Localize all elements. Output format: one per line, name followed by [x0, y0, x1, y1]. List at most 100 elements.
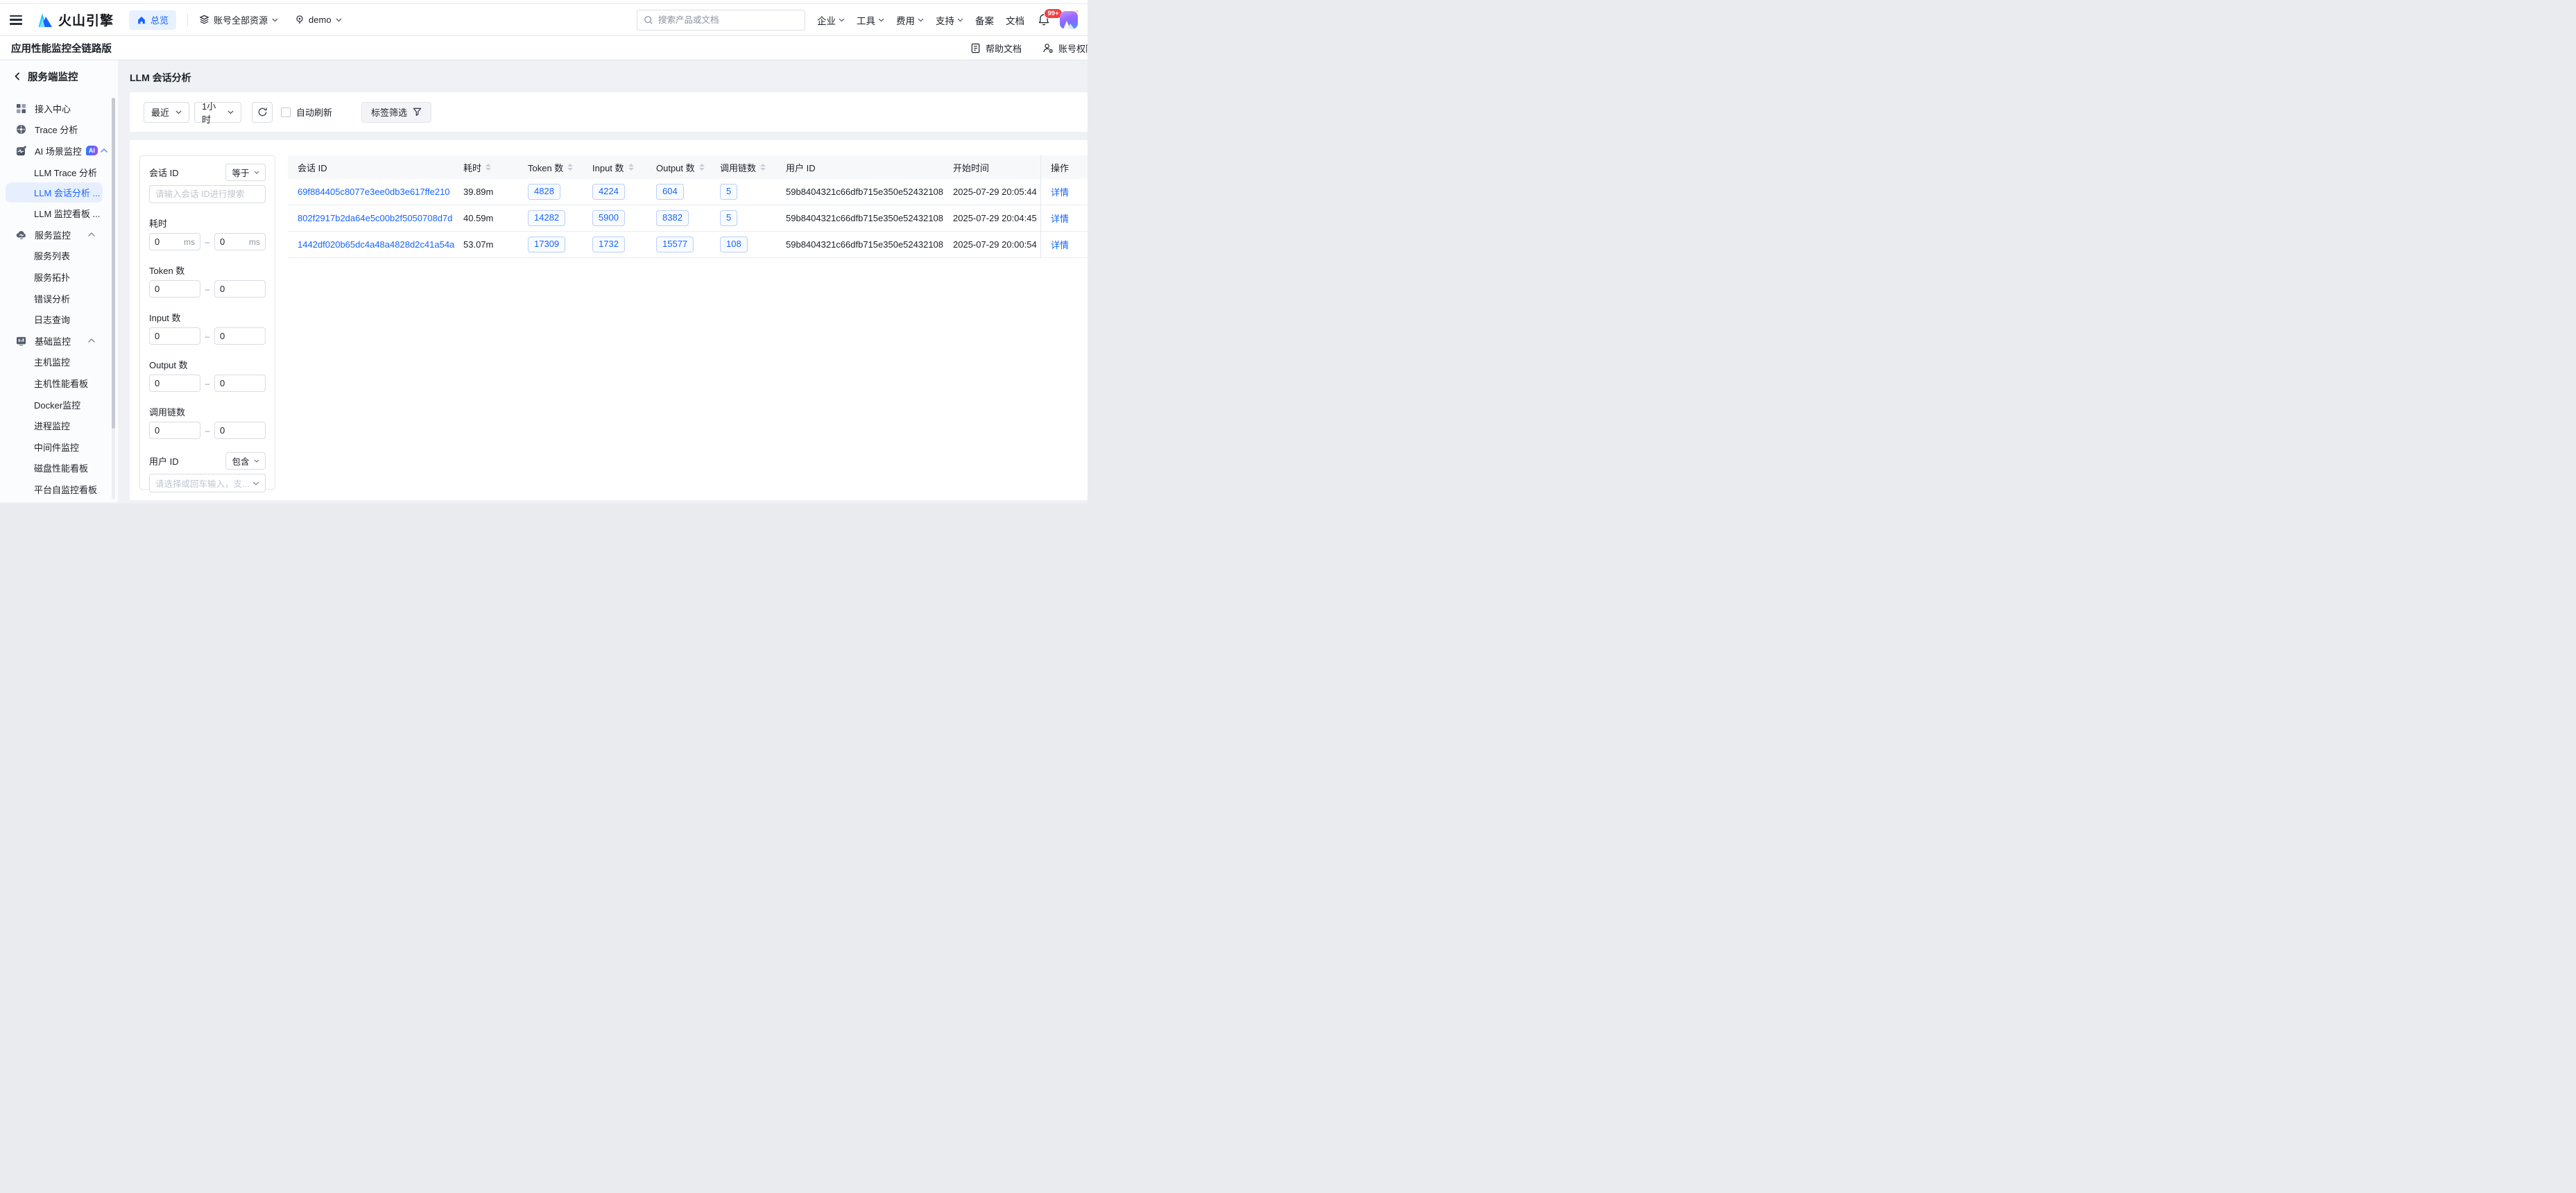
sidebar-item-docker-monitor[interactable]: Docker监控 [0, 394, 118, 415]
token-count-chip[interactable]: 17309 [528, 237, 565, 252]
sidebar-item-platform-self-monitor[interactable]: 平台自监控看板 [0, 479, 118, 500]
back-chevron-icon[interactable] [13, 72, 22, 80]
trace-count-min-input[interactable] [155, 425, 195, 436]
sidebar-item-service-topology[interactable]: 服务拓扑 [0, 266, 118, 288]
sidebar-header[interactable]: 服务端监控 [0, 60, 118, 92]
sidebar-scrollbar[interactable] [112, 98, 115, 499]
sidebar-item-log-query[interactable]: 日志查询 [0, 309, 118, 330]
output-count-chip[interactable]: 604 [656, 184, 684, 200]
nav-menu-billing[interactable]: 费用 [896, 13, 924, 27]
duration-max-input[interactable] [220, 237, 246, 247]
time-toolbar: 最近 1小时 自动刷新 标签筛选 [130, 92, 1088, 132]
tag-filter-button[interactable]: 标签筛选 [361, 102, 431, 123]
chevron-up-icon[interactable] [101, 148, 108, 153]
detail-link[interactable]: 详情 [1051, 238, 1069, 251]
sidebar-item-access-center[interactable]: 接入中心 [0, 98, 118, 119]
hamburger-menu-icon[interactable] [10, 15, 22, 25]
output-count-chip[interactable]: 15577 [656, 237, 694, 252]
input-count-chip[interactable]: 4224 [592, 184, 625, 200]
nav-menu-enterprise[interactable]: 企业 [817, 13, 845, 27]
account-permission-button[interactable]: 账号权限 [1042, 42, 1088, 55]
time-range-select[interactable]: 1小时 [194, 102, 241, 123]
brand-logo[interactable]: 火山引擎 [36, 10, 114, 29]
help-docs-button[interactable]: 帮助文档 [970, 42, 1022, 55]
chevron-down-icon [878, 18, 884, 22]
sort-icon[interactable] [486, 164, 491, 171]
token-count-chip[interactable]: 4828 [528, 184, 560, 200]
sidebar-item-middleware-monitor[interactable]: 中间件监控 [0, 436, 118, 458]
filter-panel: 会话 ID 等于 耗时 ms – ms Token 数 [139, 155, 275, 490]
sidebar-item-llm-session-analysis[interactable]: LLM 会话分析 ... [6, 182, 103, 203]
column-header-trace-count[interactable]: 调用链数 [720, 161, 786, 174]
sort-icon[interactable] [567, 164, 573, 171]
column-header-token[interactable]: Token 数 [528, 161, 592, 174]
sort-icon[interactable] [760, 164, 766, 171]
token-count-chip[interactable]: 14282 [528, 210, 565, 226]
chevron-up-icon[interactable] [88, 232, 95, 237]
sidebar-item-service-monitor[interactable]: 服务监控 [0, 224, 118, 246]
input-count-chip[interactable]: 5900 [592, 210, 625, 226]
sidebar-item-ai-scene-monitor[interactable]: AI 场景监控 AI [0, 140, 118, 162]
sidebar-item-host-monitor[interactable]: 主机监控 [0, 352, 118, 373]
trace-count-chip[interactable]: 5 [720, 210, 737, 226]
chevron-down-icon [839, 18, 845, 22]
output-count-chip[interactable]: 8382 [656, 210, 689, 226]
sidebar-item-trace-analysis[interactable]: Trace 分析 [0, 119, 118, 141]
user-id-operator-select[interactable]: 包含 [225, 452, 266, 470]
sidebar-item-service-list[interactable]: 服务列表 [0, 246, 118, 267]
sidebar-item-process-monitor[interactable]: 进程监控 [0, 415, 118, 436]
sort-icon[interactable] [628, 164, 634, 171]
page-title: LLM 会话分析 [130, 71, 1088, 85]
session-id-search-input[interactable] [149, 185, 266, 203]
input-max-input[interactable] [220, 331, 260, 341]
nav-menu-support[interactable]: 支持 [936, 13, 963, 27]
token-min-input[interactable] [155, 284, 195, 294]
sidebar-menu: 接入中心 Trace 分析 [0, 98, 118, 500]
nav-menu-docs[interactable]: 文档 [1006, 13, 1024, 27]
duration-min-input[interactable] [155, 237, 181, 247]
chevron-up-icon[interactable] [88, 338, 95, 343]
detail-link[interactable]: 详情 [1051, 185, 1069, 198]
detail-link[interactable]: 详情 [1051, 212, 1069, 225]
chevron-down-icon [254, 171, 259, 174]
refresh-button[interactable] [252, 102, 273, 123]
session-id-link[interactable]: 69f884405c8077e3ee0db3e617ffe210 [298, 187, 450, 197]
sidebar-item-disk-performance[interactable]: 磁盘性能看板 [0, 458, 118, 479]
session-id-operator-select[interactable]: 等于 [225, 164, 266, 181]
session-id-link[interactable]: 802f2917b2da64e5c00b2f5050708d7d [298, 213, 452, 223]
user-avatar[interactable]: ✦ [1060, 11, 1078, 29]
notifications-button[interactable]: 99+ [1038, 13, 1050, 26]
input-count-chip[interactable]: 1732 [592, 237, 625, 252]
sidebar-item-llm-trace-analysis[interactable]: LLM Trace 分析 [0, 162, 118, 183]
sidebar-item-host-performance[interactable]: 主机性能看板 [0, 372, 118, 394]
region-switcher[interactable]: demo [295, 15, 342, 25]
trace-count-chip[interactable]: 5 [720, 184, 737, 200]
output-min-input[interactable] [155, 378, 195, 388]
time-mode-select[interactable]: 最近 [144, 102, 189, 123]
input-min-input[interactable] [155, 331, 195, 341]
column-header-duration[interactable]: 耗时 [463, 161, 528, 174]
auto-refresh-checkbox[interactable] [281, 108, 291, 117]
duration-filter-label: 耗时 [149, 216, 266, 230]
column-header-output[interactable]: Output 数 [656, 161, 720, 174]
user-id-combobox[interactable]: 请选择或回车输入，支... [149, 474, 266, 492]
sidebar-item-error-analysis[interactable]: 错误分析 [0, 288, 118, 309]
nav-menu-icp[interactable]: 备案 [975, 13, 994, 27]
sidebar-item-llm-dashboard[interactable]: LLM 监控看板 ... [0, 203, 118, 224]
output-max-input[interactable] [220, 378, 260, 388]
column-header-input[interactable]: Input 数 [592, 161, 656, 174]
sidebar-item-basic-monitor[interactable]: 基础监控 [0, 330, 118, 352]
overview-button[interactable]: 总览 [129, 10, 176, 30]
sidebar-scrollbar-thumb[interactable] [112, 98, 115, 429]
trace-count-max-input[interactable] [220, 425, 260, 436]
account-scope-switcher[interactable]: 账号全部资源 [199, 13, 278, 26]
trace-count-chip[interactable]: 108 [720, 237, 748, 252]
token-max-input[interactable] [220, 284, 260, 294]
session-id-link[interactable]: 1442df020b65dc4a48a4828d2c41a54a [298, 239, 454, 250]
output-range: – [149, 375, 266, 392]
nav-menu-tools[interactable]: 工具 [857, 13, 884, 27]
token-filter-label: Token 数 [149, 264, 266, 277]
sort-icon[interactable] [699, 164, 705, 171]
global-search[interactable] [637, 10, 805, 31]
global-search-input[interactable] [658, 15, 798, 25]
